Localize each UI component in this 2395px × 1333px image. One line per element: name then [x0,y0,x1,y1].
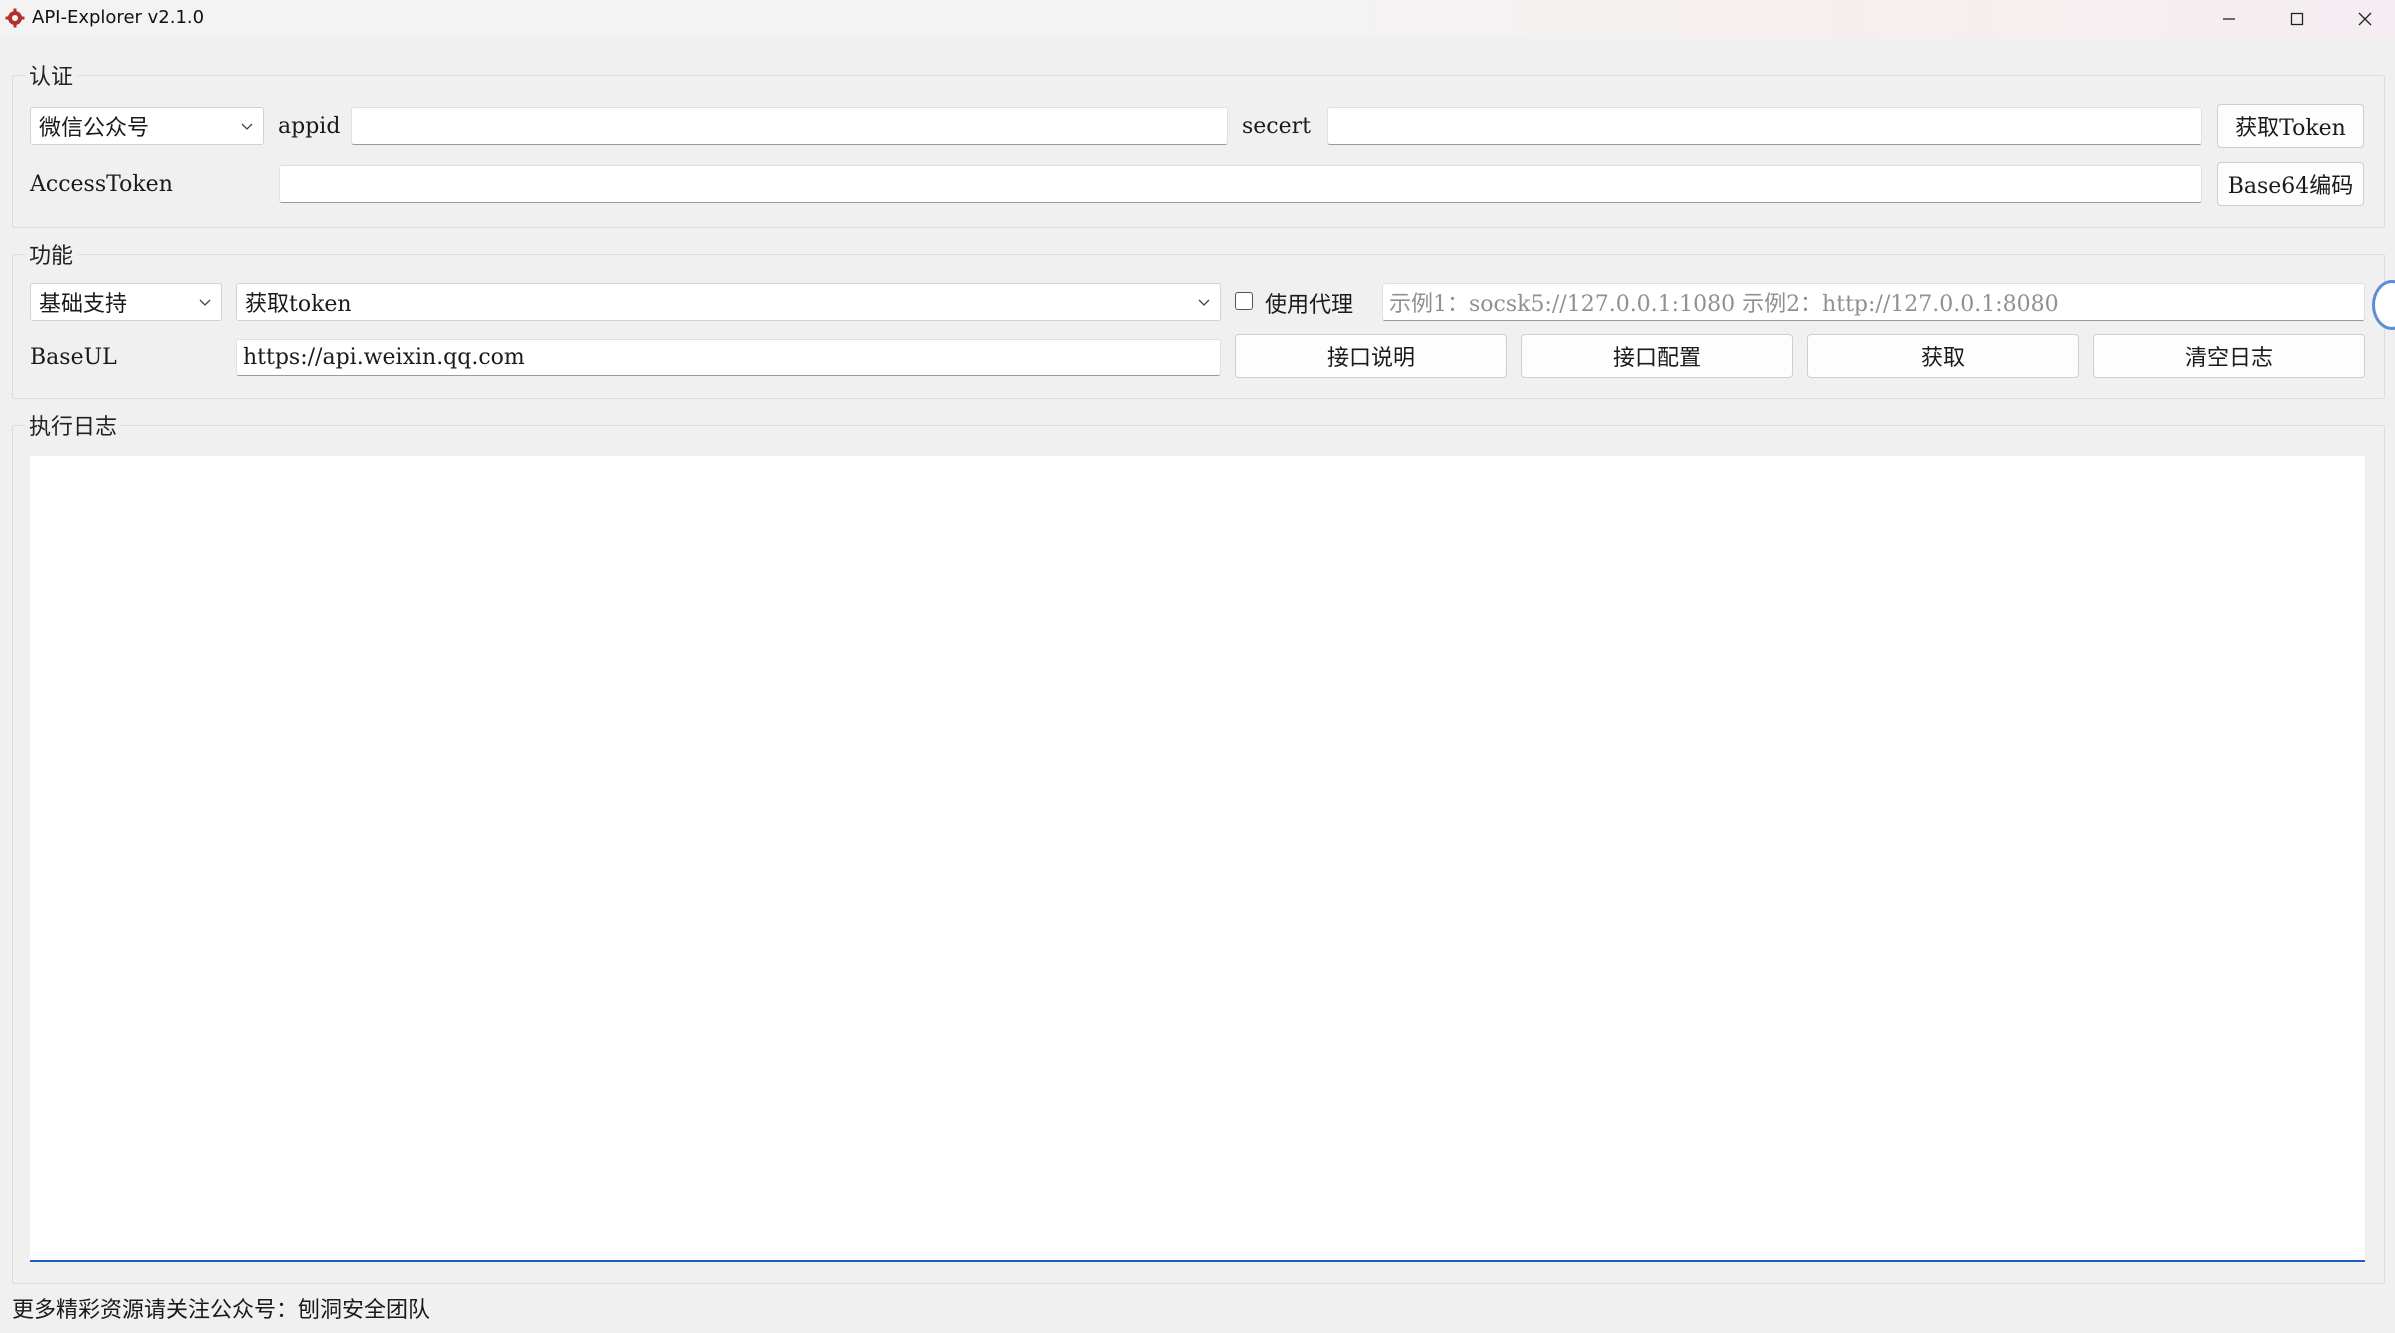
platform-select-value: 微信公众号 [39,116,150,141]
baseurl-input[interactable]: https://api.weixin.qq.com [236,339,1221,376]
access-token-input[interactable] [279,165,2202,203]
api-config-button[interactable]: 接口配置 [1521,334,1793,378]
access-token-label: AccessToken [30,172,173,197]
chevron-down-icon [1198,299,1210,306]
get-token-button[interactable]: 获取Token [2217,104,2364,148]
appid-input[interactable] [351,107,1228,145]
api-select-value: 获取token [245,292,352,317]
proxy-checkbox-label: 使用代理 [1265,293,1354,318]
close-icon [2358,12,2372,26]
minimize-button[interactable] [2194,0,2264,38]
category-select[interactable]: 基础支持 [30,283,222,321]
maximize-button[interactable] [2262,0,2332,38]
baseurl-label: BaseUL [30,345,117,370]
base64-encode-button[interactable]: Base64编码 [2217,162,2364,206]
appid-label: appid [278,114,341,139]
secret-label: secert [1242,114,1312,139]
fetch-button[interactable]: 获取 [1807,334,2079,378]
minimize-icon [2223,18,2235,20]
log-textarea[interactable] [30,456,2365,1262]
status-bar-text: 更多精彩资源请关注公众号：刨洞安全团队 [12,1298,431,1323]
platform-select[interactable]: 微信公众号 [30,107,264,145]
close-button[interactable] [2330,0,2395,38]
window-title: API-Explorer v2.1.0 [32,7,205,28]
proxy-input[interactable]: 示例1：socsk5://127.0.0.1:1080 示例2：http://1… [1382,283,2365,321]
log-group-legend: 执行日志 [29,415,118,440]
gear-app-icon [5,8,25,28]
chevron-down-icon [199,299,211,306]
function-group-legend: 功能 [29,244,74,269]
secret-input[interactable] [1327,107,2202,145]
proxy-checkbox[interactable] [1235,292,1253,310]
api-select[interactable]: 获取token [236,283,1221,321]
api-doc-button[interactable]: 接口说明 [1235,334,1507,378]
auth-group-legend: 认证 [29,65,74,90]
maximize-icon [2290,12,2304,26]
clear-log-button[interactable]: 清空日志 [2093,334,2365,378]
chevron-down-icon [241,123,253,130]
category-select-value: 基础支持 [39,292,128,317]
title-bar: API-Explorer v2.1.0 [0,0,2395,38]
